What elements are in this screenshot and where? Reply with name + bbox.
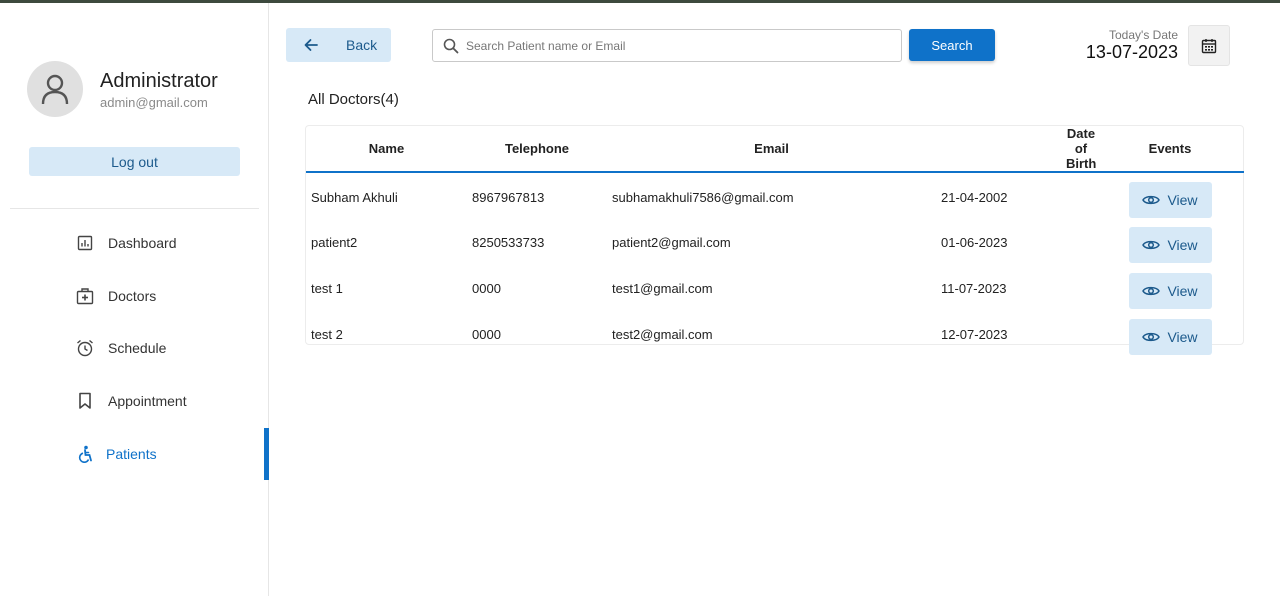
bookmark-icon <box>75 391 95 411</box>
medical-bag-icon <box>75 286 95 306</box>
table-header-row: Name Telephone Email Date of Birth Event… <box>306 126 1244 172</box>
cell-telephone: 0000 <box>472 327 501 342</box>
cell-actions: View <box>1096 264 1244 310</box>
active-indicator <box>264 428 269 480</box>
eye-icon <box>1142 332 1161 342</box>
cell-name: test 1 <box>311 281 343 296</box>
cell-name: test 2 <box>311 327 343 342</box>
table-row: test 2 0000 test2@gmail.com 12-07-2023 V… <box>306 310 1244 356</box>
sidebar-divider <box>10 208 259 209</box>
view-button[interactable]: View <box>1128 227 1212 263</box>
search-box <box>432 29 902 62</box>
calendar-button[interactable] <box>1188 25 1230 66</box>
date-label: Today's Date <box>1109 28 1178 42</box>
view-label: View <box>1167 237 1198 253</box>
calendar-icon <box>1201 38 1217 53</box>
cell-dob: 01-06-2023 <box>941 235 1008 250</box>
cell-telephone: 0000 <box>472 281 501 296</box>
table-row: patient2 8250533733 patient2@gmail.com 0… <box>306 218 1244 264</box>
doctors-table: Name Telephone Email Date of Birth Event… <box>305 125 1244 355</box>
column-header-events: Events <box>1148 141 1192 156</box>
eye-icon <box>1142 240 1161 250</box>
dashboard-icon <box>75 233 95 253</box>
cell-telephone: 8967967813 <box>472 190 545 205</box>
search-button[interactable]: Search <box>909 29 995 61</box>
sidebar-item-dashboard[interactable]: Dashboard <box>0 217 268 269</box>
back-label: Back <box>346 37 378 53</box>
sidebar: Administrator admin@gmail.com Log out Da… <box>0 3 269 596</box>
cell-email: subhamakhuli7586@gmail.com <box>612 190 794 205</box>
column-header-email: Email <box>754 141 789 156</box>
view-button[interactable]: View <box>1128 182 1212 218</box>
cell-dob: 21-04-2002 <box>941 190 1008 205</box>
column-header-name: Name <box>368 141 405 156</box>
column-header-dob: Date of Birth <box>1066 126 1097 171</box>
sidebar-item-label: Schedule <box>108 340 167 356</box>
arrow-left-icon <box>303 37 319 56</box>
date-value: 13-07-2023 <box>1085 42 1178 62</box>
alarm-clock-icon <box>75 338 95 358</box>
cell-actions: View <box>1096 218 1244 264</box>
user-email: admin@gmail.com <box>100 95 208 110</box>
sidebar-item-label: Patients <box>106 446 157 462</box>
cell-email: patient2@gmail.com <box>612 235 731 250</box>
back-button[interactable]: Back <box>286 28 391 62</box>
cell-dob: 12-07-2023 <box>941 327 1008 342</box>
avatar <box>27 61 83 117</box>
view-label: View <box>1167 192 1198 208</box>
cell-email: test2@gmail.com <box>612 327 713 342</box>
page-title: All Doctors(4) <box>308 91 399 108</box>
sidebar-item-doctors[interactable]: Doctors <box>0 270 268 322</box>
eye-icon <box>1142 195 1161 205</box>
view-label: View <box>1167 283 1198 299</box>
sidebar-item-label: Dashboard <box>108 235 177 251</box>
user-icon <box>41 74 69 105</box>
cell-actions: View <box>1096 310 1244 356</box>
sidebar-item-schedule[interactable]: Schedule <box>0 322 268 374</box>
cell-telephone: 8250533733 <box>472 235 545 250</box>
search-icon <box>443 38 459 59</box>
table-row: test 1 0000 test1@gmail.com 11-07-2023 V… <box>306 264 1244 310</box>
table-row: Subham Akhuli 8967967813 subhamakhuli758… <box>306 172 1244 218</box>
cell-dob: 11-07-2023 <box>941 281 1007 296</box>
logout-button[interactable]: Log out <box>29 147 240 176</box>
sidebar-item-appointment[interactable]: Appointment <box>0 375 268 427</box>
sidebar-item-label: Appointment <box>108 393 187 409</box>
cell-actions: View <box>1096 172 1244 218</box>
sidebar-item-label: Doctors <box>108 288 157 304</box>
cell-email: test1@gmail.com <box>612 281 713 296</box>
view-button[interactable]: View <box>1128 273 1212 309</box>
accessible-person-icon <box>75 444 95 464</box>
sidebar-item-patients[interactable]: Patients <box>0 428 269 480</box>
search-input[interactable] <box>466 35 886 57</box>
view-button[interactable]: View <box>1128 319 1212 355</box>
user-name: Administrator <box>100 70 218 92</box>
user-profile: Administrator admin@gmail.com <box>27 58 257 118</box>
view-label: View <box>1167 329 1198 345</box>
column-header-telephone: Telephone <box>504 141 570 156</box>
cell-name: patient2 <box>311 235 358 250</box>
cell-name: Subham Akhuli <box>311 190 398 205</box>
eye-icon <box>1142 286 1161 296</box>
